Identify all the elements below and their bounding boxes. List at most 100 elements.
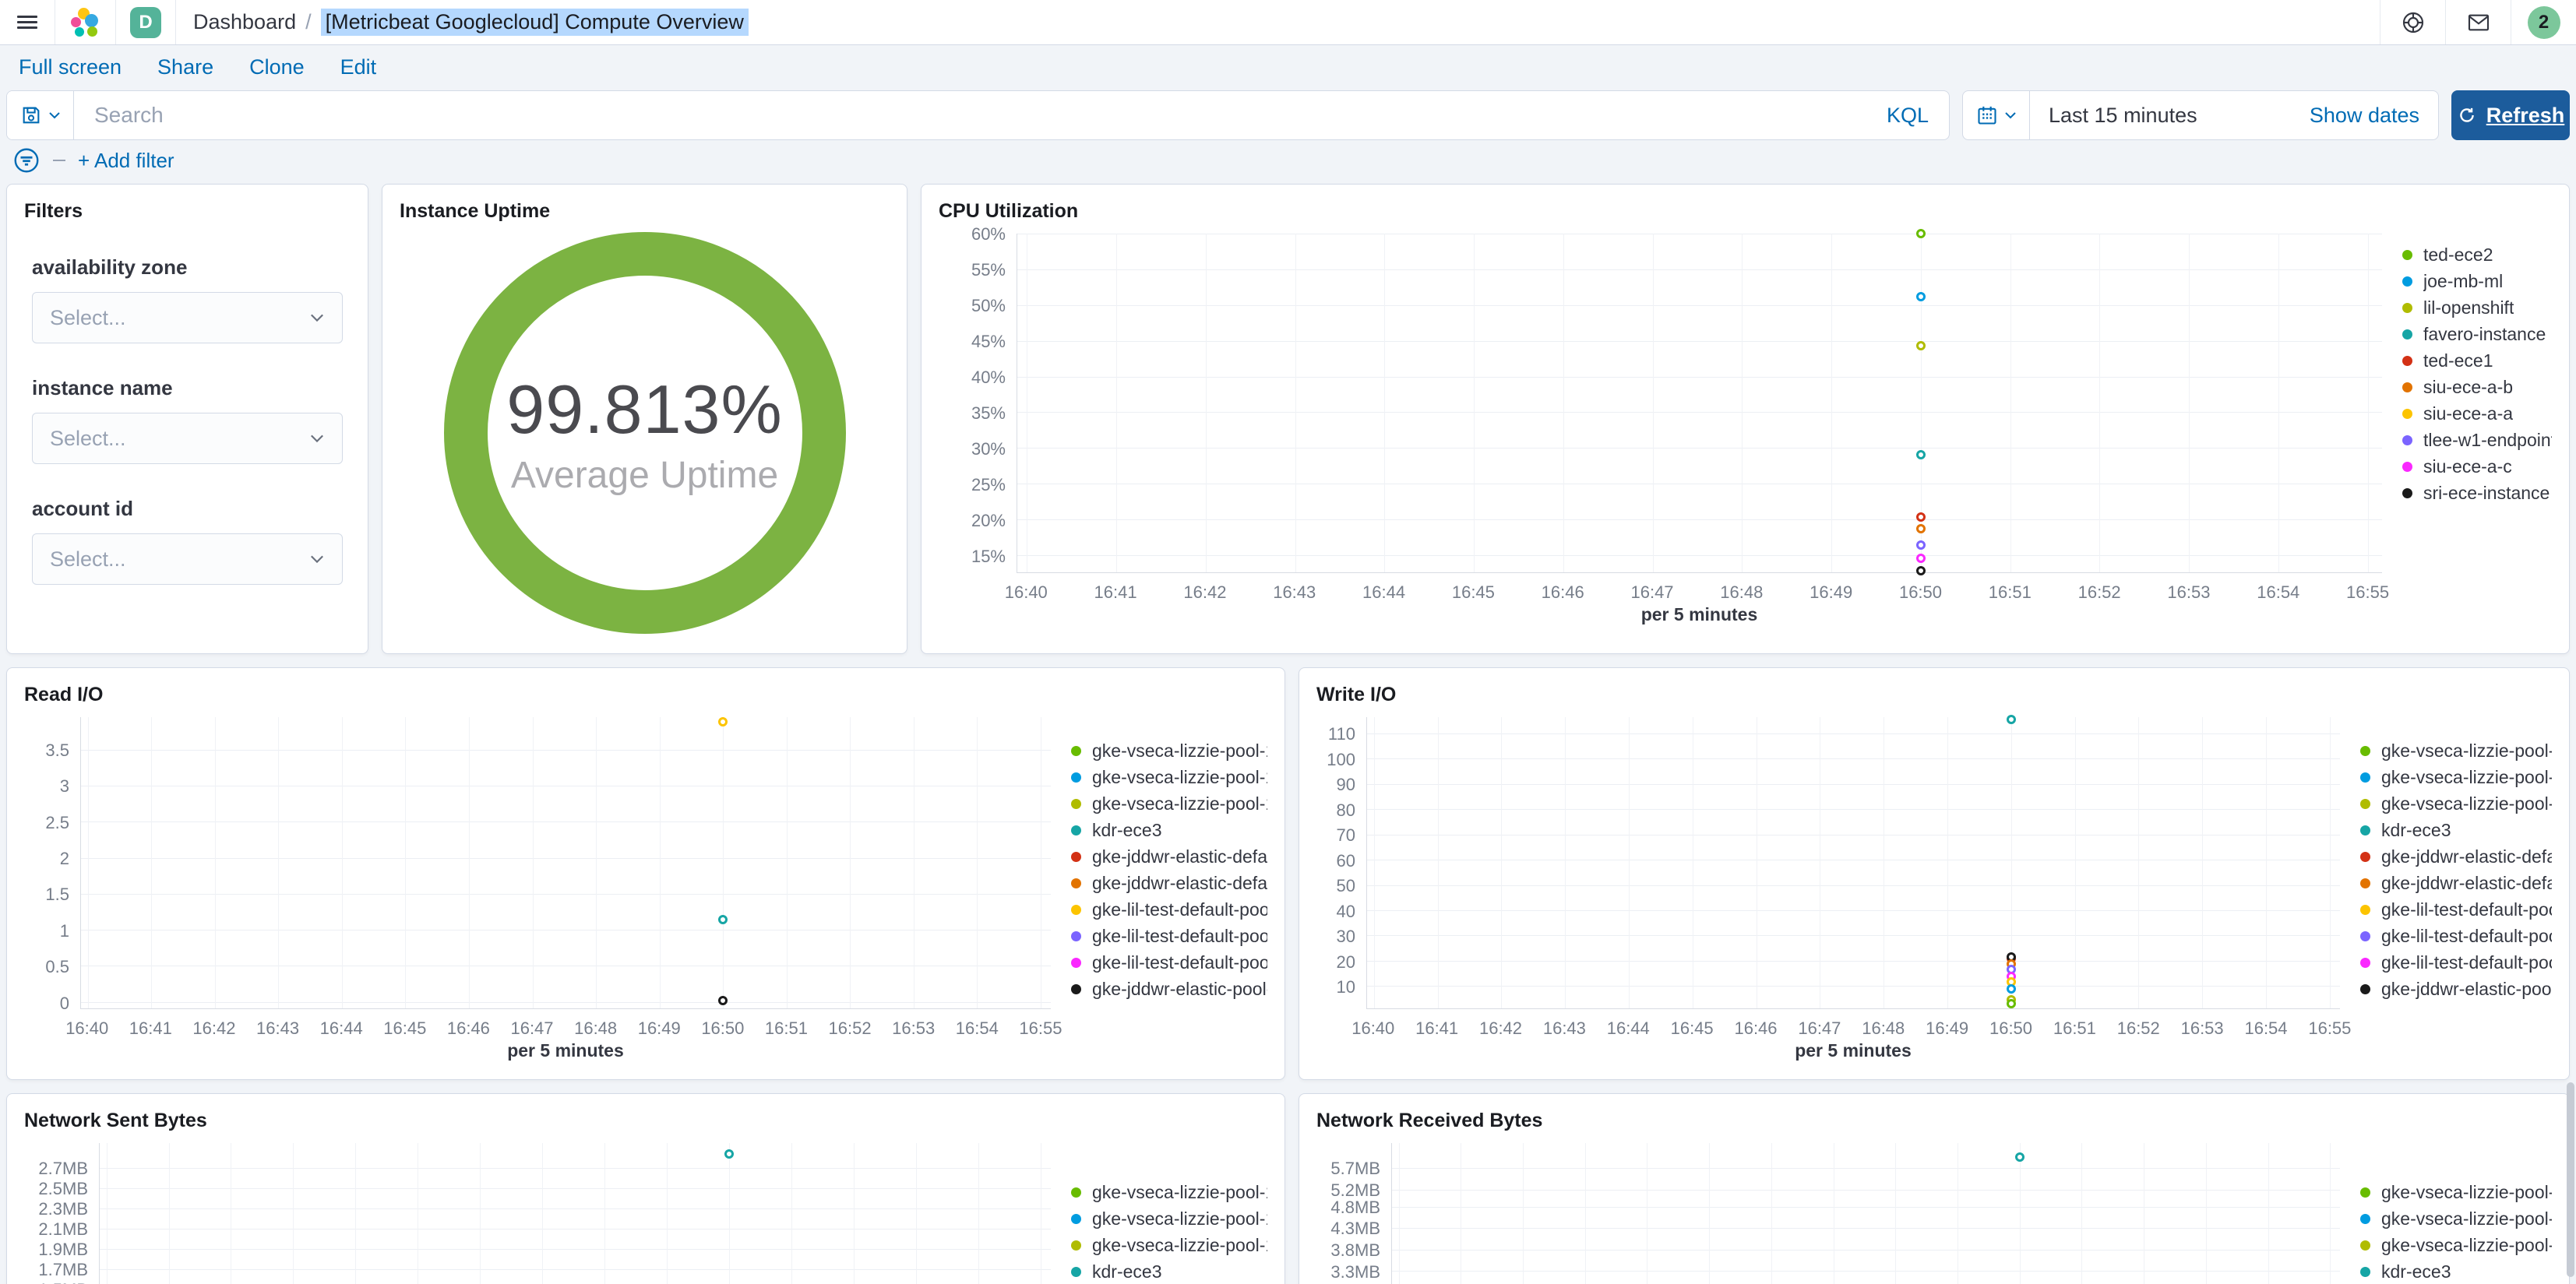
menu-hamburger-button[interactable] xyxy=(0,0,55,44)
legend-item[interactable]: gke-vseca-lizzie-pool-1-c417... xyxy=(2360,764,2552,790)
legend-item[interactable]: gke-jddwr-elastic-default-po... xyxy=(1071,843,1267,870)
gridline-horizontal xyxy=(1017,519,2382,521)
legend-item[interactable]: siu-ece-a-c xyxy=(2402,453,2552,480)
legend-item[interactable]: kdr-ece3 xyxy=(2360,817,2552,843)
legend-item[interactable]: gke-vseca-lizzie-pool-1-630... xyxy=(2360,1232,2552,1258)
legend-label: gke-lil-test-default-pool-c1e... xyxy=(1092,952,1267,973)
gridline-horizontal xyxy=(81,821,1051,823)
edit-button[interactable]: Edit xyxy=(340,55,377,79)
gridline-horizontal xyxy=(100,1268,1051,1270)
legend-item[interactable]: gke-vseca-lizzie-pool-1-1877... xyxy=(2360,1179,2552,1205)
legend-item[interactable]: gke-vseca-lizzie-pool-1-c417... xyxy=(1071,764,1267,790)
time-range-value[interactable]: Last 15 minutes xyxy=(2030,104,2197,128)
legend-item[interactable]: favero-instance xyxy=(2402,321,2552,347)
space-avatar[interactable]: D xyxy=(130,6,161,38)
elastic-logo[interactable] xyxy=(55,0,115,44)
user-menu-button[interactable]: 2 xyxy=(2511,0,2576,44)
legend-item[interactable]: ted-ece1 xyxy=(2402,347,2552,374)
legend-item[interactable]: gke-vseca-lizzie-pool-1-1877... xyxy=(1071,737,1267,764)
kql-language-button[interactable]: KQL xyxy=(1866,104,1949,128)
plot-area[interactable] xyxy=(80,717,1051,1009)
y-tick-label: 3.8MB xyxy=(1330,1240,1380,1261)
legend-item[interactable]: gke-jddwr-elastic-default-po... xyxy=(1071,870,1267,896)
x-tick-label: 16:50 xyxy=(1898,582,1943,602)
y-tick-label: 10 xyxy=(1336,977,1355,997)
legend-label: gke-jddwr-elastic-default-po... xyxy=(2381,846,2552,867)
availability-zone-select[interactable]: Select... xyxy=(32,292,343,343)
legend-color-dot xyxy=(2402,408,2412,419)
legend-item[interactable]: gke-lil-test-default-pool-c1e... xyxy=(1071,949,1267,976)
plot-area[interactable] xyxy=(99,1143,1051,1284)
legend-item[interactable]: gke-vseca-lizzie-pool-1-630... xyxy=(1071,790,1267,817)
legend-item[interactable]: gke-jddwr-elastic-pool-3-74... xyxy=(1071,976,1267,1002)
legend-item[interactable]: kdr-ece3 xyxy=(1071,817,1267,843)
legend-item[interactable]: gke-lil-test-default-pool-c1e... xyxy=(2360,896,2552,923)
vertical-scrollbar-thumb[interactable] xyxy=(2567,1082,2574,1277)
quick-select-time-button[interactable] xyxy=(1963,91,2030,139)
uptime-caption: Average Uptime xyxy=(510,454,779,496)
legend-item[interactable]: lil-openshift xyxy=(2402,294,2552,321)
plot-area[interactable] xyxy=(1391,1143,2340,1284)
space-switcher[interactable]: D xyxy=(115,0,176,44)
breadcrumb-dashboard-link[interactable]: Dashboard xyxy=(193,10,296,34)
gridline-vertical xyxy=(1628,717,1630,1008)
legend-color-dot xyxy=(1071,983,1081,994)
legend-item[interactable]: gke-jddwr-elastic-default-po... xyxy=(2360,843,2552,870)
legend-item[interactable]: gke-jddwr-elastic-default-po... xyxy=(2360,870,2552,896)
legend-color-dot xyxy=(1071,904,1081,915)
x-tick-label: 16:43 xyxy=(1273,582,1316,602)
data-point xyxy=(1915,229,1926,238)
add-filter-button[interactable]: + Add filter xyxy=(78,149,174,173)
x-axis-labels: 16:40 16:41 16:42 16:43 16:44 16:45 16:46 16:47… xyxy=(1005,573,2389,604)
saved-query-menu-button[interactable] xyxy=(7,91,74,139)
legend-item[interactable]: ted-ece2 xyxy=(2402,241,2552,268)
y-tick-label: 45% xyxy=(971,331,1006,351)
account-id-select[interactable]: Select... xyxy=(32,533,343,585)
x-tick-label: 16:49 xyxy=(1810,582,1853,602)
newsfeed-button[interactable] xyxy=(2445,0,2511,44)
legend-item[interactable]: gke-vseca-lizzie-pool-1-c417... xyxy=(2360,1205,2552,1232)
x-tick-label: 16:53 xyxy=(2180,1018,2224,1038)
legend-item[interactable]: siu-ece-a-a xyxy=(2402,400,2552,427)
help-button[interactable] xyxy=(2380,0,2445,44)
legend-item[interactable]: tlee-w1-endpoint xyxy=(2402,427,2552,453)
plot-area[interactable] xyxy=(1366,715,2340,1009)
full-screen-button[interactable]: Full screen xyxy=(19,55,122,79)
y-tick-label: 50 xyxy=(1336,876,1355,896)
legend-color-dot xyxy=(2402,329,2412,339)
x-tick-label: 16:49 xyxy=(637,1018,681,1038)
legend-item[interactable]: gke-vseca-lizzie-pool-1-630... xyxy=(2360,790,2552,817)
legend-item[interactable]: sri-ece-instance xyxy=(2402,480,2552,506)
show-dates-button[interactable]: Show dates xyxy=(2310,104,2438,128)
legend-label: siu-ece-a-a xyxy=(2423,403,2514,424)
refresh-button[interactable]: Refresh xyxy=(2451,90,2570,140)
gridline-horizontal xyxy=(1017,304,2382,306)
gridline-horizontal xyxy=(1367,758,2340,760)
instance-name-select[interactable]: Select... xyxy=(32,413,343,464)
legend-item[interactable]: joe-mb-ml xyxy=(2402,268,2552,294)
legend-item[interactable]: siu-ece-a-b xyxy=(2402,374,2552,400)
legend-item[interactable]: gke-vseca-lizzie-pool-1-1877... xyxy=(1071,1179,1267,1205)
legend-item[interactable]: gke-lil-test-default-pool-c1e... xyxy=(1071,896,1267,923)
legend-item[interactable]: gke-vseca-lizzie-pool-1-1877... xyxy=(2360,737,2552,764)
panel-cpu-utilization: CPU Utilization 60% 55% 50% 45% 40% 35% 30% 25%… xyxy=(921,184,2570,654)
y-tick-label: 55% xyxy=(971,259,1006,280)
legend-item[interactable]: kdr-ece3 xyxy=(1071,1258,1267,1284)
legend-item[interactable]: gke-vseca-lizzie-pool-1-630... xyxy=(1071,1232,1267,1258)
legend-label: gke-vseca-lizzie-pool-1-630... xyxy=(2381,1234,2552,1255)
x-tick-label: 16:53 xyxy=(2167,582,2211,602)
legend-item[interactable]: gke-lil-test-default-pool-c1e... xyxy=(2360,923,2552,949)
legend-item[interactable]: gke-lil-test-default-pool-c1e... xyxy=(1071,923,1267,949)
legend-item[interactable]: gke-jddwr-elastic-pool-3-74... xyxy=(2360,976,2552,1002)
clone-button[interactable]: Clone xyxy=(249,55,305,79)
legend-item[interactable]: kdr-ece3 xyxy=(2360,1258,2552,1284)
legend-item[interactable]: gke-vseca-lizzie-pool-1-c417... xyxy=(1071,1205,1267,1232)
search-input[interactable] xyxy=(74,103,1866,128)
share-button[interactable]: Share xyxy=(157,55,213,79)
breadcrumb: Dashboard / [Metricbeat Googlecloud] Com… xyxy=(193,9,749,36)
user-avatar[interactable]: 2 xyxy=(2527,5,2560,39)
plot-area[interactable] xyxy=(1017,229,2382,576)
legend-item[interactable]: gke-lil-test-default-pool-c1e... xyxy=(2360,949,2552,976)
y-tick-label: 1.5 xyxy=(45,885,69,905)
filter-options-icon[interactable] xyxy=(12,146,41,174)
